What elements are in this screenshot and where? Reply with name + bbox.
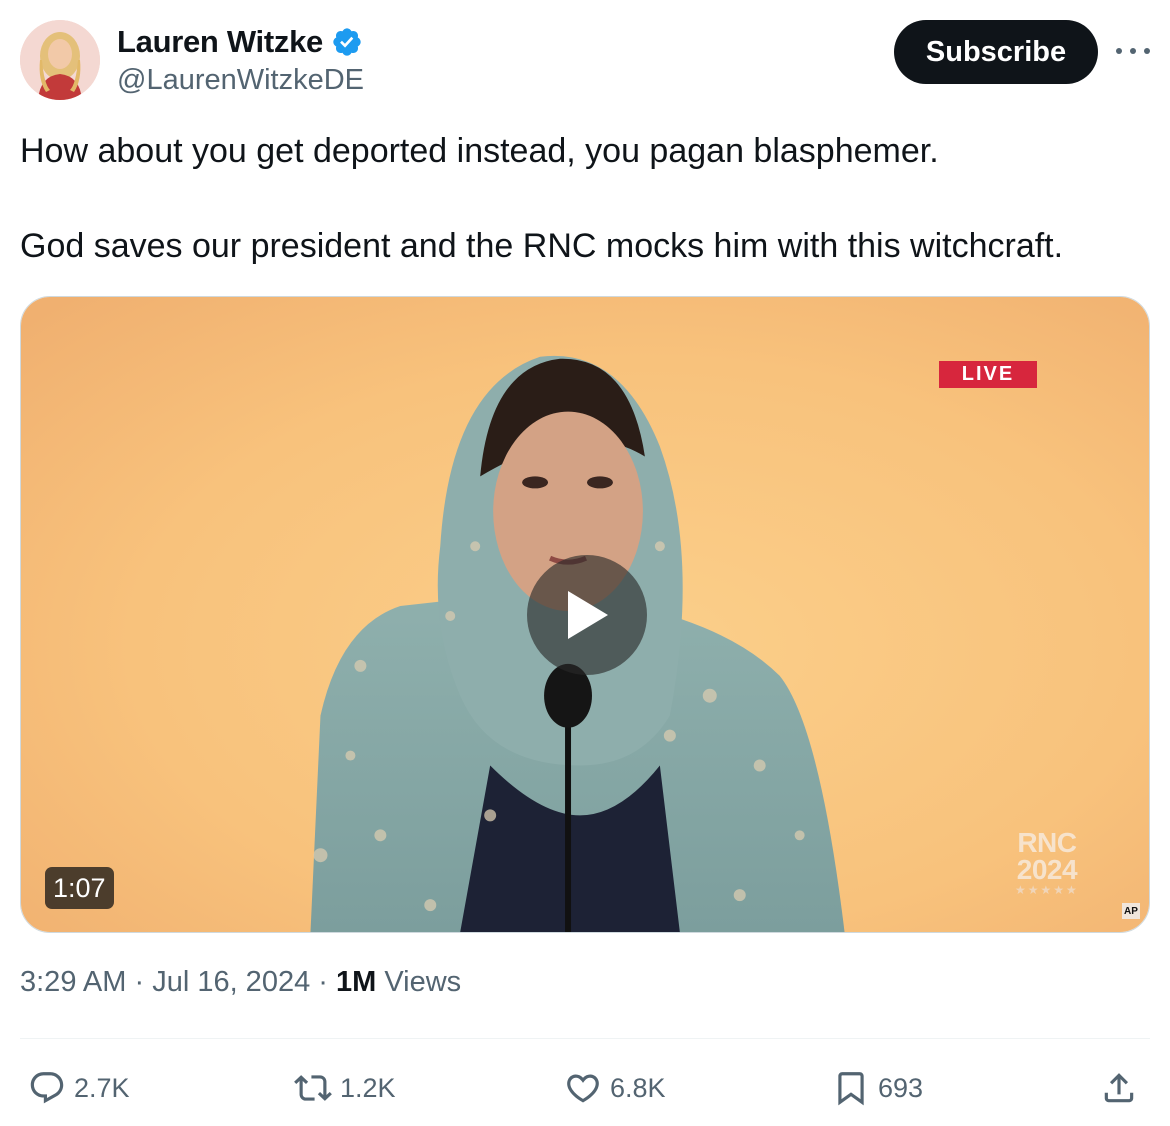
more-dot [1144,48,1150,54]
heart-icon [567,1074,599,1103]
watermark-line: 2024 [1016,854,1078,885]
ap-logo: AP [1122,903,1140,919]
tweet-paragraph: God saves our president and the RNC mock… [20,227,1064,265]
tweet-time[interactable]: 3:29 AM [20,966,126,998]
verified-badge-icon [333,28,361,56]
views-label: Views [376,966,462,998]
play-button[interactable] [527,555,647,675]
more-dot [1130,48,1136,54]
action-bar: 2.7K 1.2K 6.8K 693 [0,1064,1170,1112]
meta-separator: · [310,966,336,998]
divider [20,1038,1150,1039]
bookmark-icon [838,1072,864,1106]
watermark-line: RNC [1017,827,1077,858]
share-icon [1104,1073,1134,1103]
author-handle[interactable]: @LaurenWitzkeDE [117,64,364,97]
watermark-stars: ★★★★★ [1015,883,1079,897]
tweet-meta: 3:29 AM · Jul 16, 2024 · 1M Views [20,966,461,999]
video-duration: 1:07 [45,867,114,909]
share-button[interactable] [1100,1064,1138,1112]
video-player[interactable]: LIVE 1:07 RNC 2024 ★★★★★ AP [20,296,1150,933]
tweet-paragraph: How about you get deported instead, you … [20,132,939,170]
subscribe-button[interactable]: Subscribe [894,20,1098,84]
avatar[interactable] [20,20,100,100]
repost-icon [294,1075,332,1101]
more-options-icon[interactable] [1116,36,1150,66]
author-name-row[interactable]: Lauren Witzke [117,24,363,60]
repost-count: 1.2K [340,1072,396,1103]
live-badge: LIVE [939,361,1037,388]
like-count: 6.8K [610,1072,666,1103]
bookmark-button[interactable]: 693 [832,1064,923,1112]
reply-icon [30,1072,64,1104]
author-name[interactable]: Lauren Witzke [117,24,323,60]
avatar-image [20,20,100,100]
bookmark-count: 693 [878,1072,924,1103]
meta-separator: · [126,966,153,998]
repost-button[interactable]: 1.2K [294,1064,396,1112]
reply-count: 2.7K [74,1072,130,1103]
more-dot [1116,48,1122,54]
play-icon [568,591,608,639]
tweet-text: How about you get deported instead, you … [20,128,1150,270]
tweet-date[interactable]: Jul 16, 2024 [152,966,310,998]
like-button[interactable]: 6.8K [564,1064,666,1112]
rnc-2024-watermark-logo: RNC 2024 ★★★★★ [1015,827,1079,898]
views-count: 1M [335,966,377,998]
reply-button[interactable]: 2.7K [28,1064,130,1112]
